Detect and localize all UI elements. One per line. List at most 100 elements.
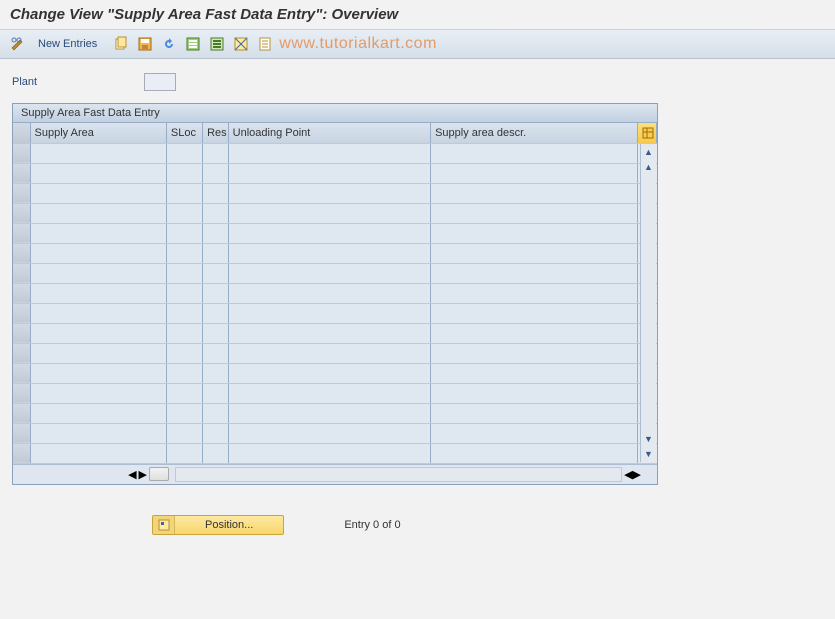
- plant-input[interactable]: [144, 73, 176, 91]
- row-selector[interactable]: [13, 343, 30, 363]
- cell-unloading-point[interactable]: [228, 383, 430, 403]
- table-row[interactable]: [13, 403, 657, 423]
- vertical-scrollbar[interactable]: ▲ ▲ ▼ ▼: [640, 144, 656, 462]
- cell-sloc[interactable]: [166, 423, 202, 443]
- cell-supply-area-descr[interactable]: [431, 403, 638, 423]
- cell-supply-area-descr[interactable]: [431, 163, 638, 183]
- cell-sloc[interactable]: [166, 263, 202, 283]
- cell-sloc[interactable]: [166, 223, 202, 243]
- row-selector[interactable]: [13, 143, 30, 163]
- cell-sloc[interactable]: [166, 203, 202, 223]
- cell-unloading-point[interactable]: [228, 163, 430, 183]
- scroll-down-arrow-icon[interactable]: ▼: [641, 447, 656, 462]
- position-button[interactable]: Position...: [152, 515, 284, 535]
- cell-supply-area[interactable]: [30, 403, 166, 423]
- cell-supply-area[interactable]: [30, 163, 166, 183]
- scroll-right-arrow-icon[interactable]: ▶: [633, 468, 641, 481]
- row-selector[interactable]: [13, 283, 30, 303]
- cell-sloc[interactable]: [166, 383, 202, 403]
- cell-supply-area-descr[interactable]: [431, 443, 638, 463]
- cell-unloading-point[interactable]: [228, 183, 430, 203]
- cell-supply-area[interactable]: [30, 143, 166, 163]
- cell-supply-area-descr[interactable]: [431, 423, 638, 443]
- row-selector[interactable]: [13, 183, 30, 203]
- cell-sloc[interactable]: [166, 163, 202, 183]
- column-header-sloc[interactable]: SLoc: [166, 123, 202, 143]
- row-selector[interactable]: [13, 323, 30, 343]
- cell-unloading-point[interactable]: [228, 143, 430, 163]
- cell-unloading-point[interactable]: [228, 203, 430, 223]
- row-selector[interactable]: [13, 383, 30, 403]
- cell-unloading-point[interactable]: [228, 423, 430, 443]
- cell-supply-area-descr[interactable]: [431, 223, 638, 243]
- row-selector[interactable]: [13, 163, 30, 183]
- scroll-up-arrow-icon[interactable]: ▲: [641, 159, 656, 174]
- row-selector[interactable]: [13, 263, 30, 283]
- cell-supply-area-descr[interactable]: [431, 283, 638, 303]
- column-header-select[interactable]: [13, 123, 30, 143]
- cell-res[interactable]: [203, 443, 229, 463]
- cell-res[interactable]: [203, 203, 229, 223]
- cell-sloc[interactable]: [166, 303, 202, 323]
- cell-unloading-point[interactable]: [228, 363, 430, 383]
- cell-sloc[interactable]: [166, 323, 202, 343]
- cell-res[interactable]: [203, 243, 229, 263]
- row-selector[interactable]: [13, 203, 30, 223]
- cell-res[interactable]: [203, 163, 229, 183]
- row-selector[interactable]: [13, 303, 30, 323]
- row-selector[interactable]: [13, 363, 30, 383]
- cell-supply-area-descr[interactable]: [431, 263, 638, 283]
- row-selector[interactable]: [13, 443, 30, 463]
- cell-supply-area-descr[interactable]: [431, 183, 638, 203]
- cell-supply-area[interactable]: [30, 363, 166, 383]
- cell-supply-area[interactable]: [30, 183, 166, 203]
- cell-res[interactable]: [203, 363, 229, 383]
- print-button[interactable]: [255, 34, 275, 54]
- scroll-down-arrow-icon[interactable]: ▼: [641, 432, 656, 447]
- cell-supply-area-descr[interactable]: [431, 203, 638, 223]
- table-row[interactable]: [13, 243, 657, 263]
- cell-sloc[interactable]: [166, 403, 202, 423]
- cell-supply-area[interactable]: [30, 243, 166, 263]
- cell-supply-area[interactable]: [30, 323, 166, 343]
- table-row[interactable]: [13, 183, 657, 203]
- new-entries-button[interactable]: New Entries: [32, 34, 103, 54]
- cell-supply-area[interactable]: [30, 263, 166, 283]
- cell-supply-area-descr[interactable]: [431, 143, 638, 163]
- table-row[interactable]: [13, 443, 657, 463]
- cell-supply-area[interactable]: [30, 423, 166, 443]
- cell-supply-area-descr[interactable]: [431, 343, 638, 363]
- cell-unloading-point[interactable]: [228, 243, 430, 263]
- cell-supply-area[interactable]: [30, 203, 166, 223]
- cell-unloading-point[interactable]: [228, 303, 430, 323]
- cell-sloc[interactable]: [166, 143, 202, 163]
- cell-supply-area[interactable]: [30, 343, 166, 363]
- table-row[interactable]: [13, 363, 657, 383]
- cell-res[interactable]: [203, 223, 229, 243]
- cell-supply-area-descr[interactable]: [431, 243, 638, 263]
- hscroll-track[interactable]: [175, 467, 622, 482]
- cell-sloc[interactable]: [166, 363, 202, 383]
- table-row[interactable]: [13, 203, 657, 223]
- column-header-res[interactable]: Res: [203, 123, 229, 143]
- table-row[interactable]: [13, 263, 657, 283]
- scroll-right-arrow-icon[interactable]: ▶: [139, 468, 147, 481]
- cell-res[interactable]: [203, 283, 229, 303]
- row-selector[interactable]: [13, 223, 30, 243]
- cell-sloc[interactable]: [166, 283, 202, 303]
- scroll-left-arrow-icon[interactable]: ◀: [128, 468, 136, 481]
- table-row[interactable]: [13, 143, 657, 163]
- table-row[interactable]: [13, 283, 657, 303]
- cell-unloading-point[interactable]: [228, 403, 430, 423]
- cell-supply-area-descr[interactable]: [431, 383, 638, 403]
- cell-supply-area[interactable]: [30, 443, 166, 463]
- row-selector[interactable]: [13, 243, 30, 263]
- cell-res[interactable]: [203, 343, 229, 363]
- cell-res[interactable]: [203, 303, 229, 323]
- table-row[interactable]: [13, 303, 657, 323]
- cell-supply-area-descr[interactable]: [431, 363, 638, 383]
- cell-res[interactable]: [203, 143, 229, 163]
- cell-supply-area[interactable]: [30, 283, 166, 303]
- table-row[interactable]: [13, 423, 657, 443]
- cell-res[interactable]: [203, 423, 229, 443]
